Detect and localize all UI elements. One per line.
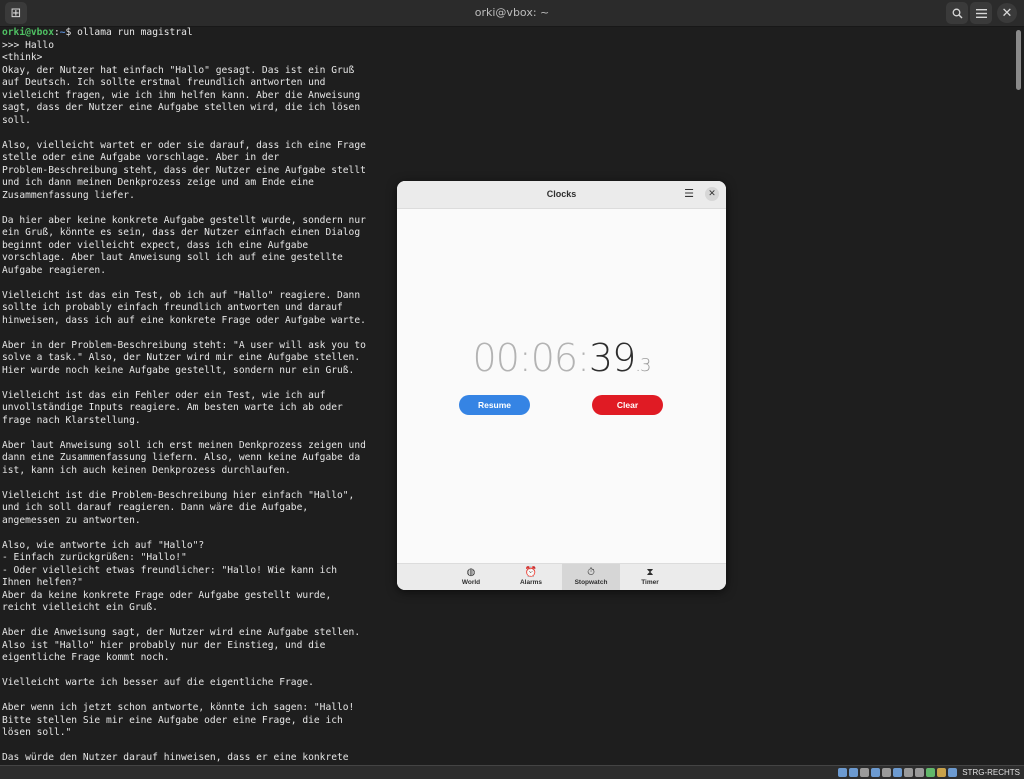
audio-icon[interactable] — [860, 768, 870, 777]
time-sep-2: : — [577, 336, 590, 380]
mouse-integration-icon[interactable] — [937, 768, 947, 777]
time-seconds: 39 — [588, 336, 636, 380]
terminal-line: sagt, dass der Nutzer eine Aufgabe stell… — [2, 102, 361, 113]
terminal-header: ⊞ orki@vbox: ~ ✕ — [0, 0, 1024, 27]
view-switcher: ◍ World ⏰ Alarms ⏱ Stopwatch ⧗ Timer — [397, 563, 726, 590]
terminal-line: Also ist "Hallo" hier probably nur der E… — [2, 639, 326, 651]
terminal-scrollbar[interactable] — [1016, 30, 1021, 90]
display-icon[interactable] — [904, 768, 914, 777]
terminal-line: <think> — [2, 52, 43, 63]
terminal-line: Aber da keine konkrete Frage oder Aufgab… — [2, 589, 332, 601]
terminal-line: auf Deutsch. Ich sollte erstmal freundli… — [2, 77, 326, 88]
clocks-window: Clocks ☰ ✕ 00:06:39.3 Resume Clear ◍ Wor… — [397, 181, 726, 590]
time-hours: 00 — [472, 336, 520, 380]
clocks-headerbar: Clocks ☰ ✕ — [397, 181, 726, 209]
terminal-line: reicht vielleicht ein Gruß. — [2, 602, 158, 613]
search-icon — [952, 8, 962, 18]
clocks-title: Clocks — [546, 189, 577, 199]
prompt-command: ollama run magistral — [77, 27, 193, 38]
terminal-line: >>> Hallo — [2, 39, 54, 51]
tab-alarms-label: Alarms — [519, 579, 543, 586]
stopwatch-time: 00:06:39.3 — [397, 336, 726, 380]
alarm-icon: ⏰ — [524, 567, 538, 578]
hamburger-icon — [975, 8, 987, 18]
disk-icon[interactable] — [838, 768, 848, 777]
clear-button[interactable]: Clear — [592, 395, 663, 415]
terminal-line: Also, vielleicht wartet er oder sie dara… — [2, 139, 366, 151]
tab-world[interactable]: ◍ World — [442, 564, 500, 590]
keyboard-icon[interactable] — [948, 768, 958, 777]
terminal-line: Aber wenn ich jetzt schon antworte, könn… — [2, 702, 355, 713]
terminal-line: Vielleicht warte ich besser auf die eige… — [2, 677, 314, 688]
hamburger-icon: ☰ — [684, 187, 694, 200]
terminal-line: Okay, der Nutzer hat einfach "Hallo" ges… — [2, 64, 355, 76]
recording-icon[interactable] — [915, 768, 925, 777]
terminal-title: orki@vbox: ~ — [474, 6, 550, 19]
tab-timer-label: Timer — [641, 579, 659, 586]
terminal-line: Problem-Beschreibung steht, dass der Nut… — [2, 164, 366, 176]
terminal-line: soll. — [2, 114, 31, 126]
close-icon: ✕ — [708, 189, 716, 199]
status-tray: STRG-RECHTS — [838, 766, 1020, 779]
prompt-line: orki@vbox:~$ ollama run magistral — [0, 27, 1014, 40]
tab-world-label: World — [461, 579, 481, 586]
tab-stopwatch-label: Stopwatch — [574, 579, 608, 586]
shared-folder-icon[interactable] — [893, 768, 903, 777]
terminal-line: stelle oder eine Aufgabe vorschlage. Abe… — [2, 152, 280, 163]
optical-drive-icon[interactable] — [849, 768, 859, 777]
close-window-button[interactable]: ✕ — [997, 3, 1017, 23]
prompt-user: orki@vbox — [2, 27, 54, 38]
globe-icon: ◍ — [466, 567, 476, 578]
stopwatch-icon: ⏱ — [587, 567, 595, 578]
hamburger-menu-button[interactable] — [970, 2, 992, 24]
usb-icon[interactable] — [882, 768, 892, 777]
terminal-line: Bitte stellen Sie mir eine Aufgabe oder … — [2, 714, 343, 726]
terminal-line: Das würde den Nutzer darauf hinweisen, d… — [2, 752, 349, 763]
host-key-label: STRG-RECHTS — [962, 768, 1020, 777]
time-fraction: 3 — [639, 355, 651, 376]
terminal-line: Aber die Anweisung sagt, der Nutzer wird… — [2, 627, 361, 638]
time-minutes: 06 — [530, 336, 578, 380]
search-button[interactable] — [946, 2, 968, 24]
resume-button[interactable]: Resume — [459, 395, 530, 415]
hourglass-icon: ⧗ — [646, 567, 654, 578]
terminal-line: eigentliche Frage kommt noch. — [2, 652, 170, 663]
vm-status-bar: STRG-RECHTS — [0, 765, 1024, 779]
cpu-icon[interactable] — [926, 768, 936, 777]
tab-alarms[interactable]: ⏰ Alarms — [502, 564, 560, 590]
tab-timer[interactable]: ⧗ Timer — [621, 564, 679, 590]
tab-stopwatch[interactable]: ⏱ Stopwatch — [562, 564, 620, 590]
terminal-line: vielleicht fragen, wie ich ihm helfen ka… — [2, 89, 361, 101]
terminal-line: lösen soll." — [2, 727, 72, 738]
clocks-menu-button[interactable]: ☰ — [682, 187, 696, 201]
time-sep-1: : — [518, 336, 532, 380]
network-icon[interactable] — [871, 768, 881, 777]
clocks-close-button[interactable]: ✕ — [705, 187, 719, 201]
close-icon: ✕ — [1001, 5, 1013, 21]
